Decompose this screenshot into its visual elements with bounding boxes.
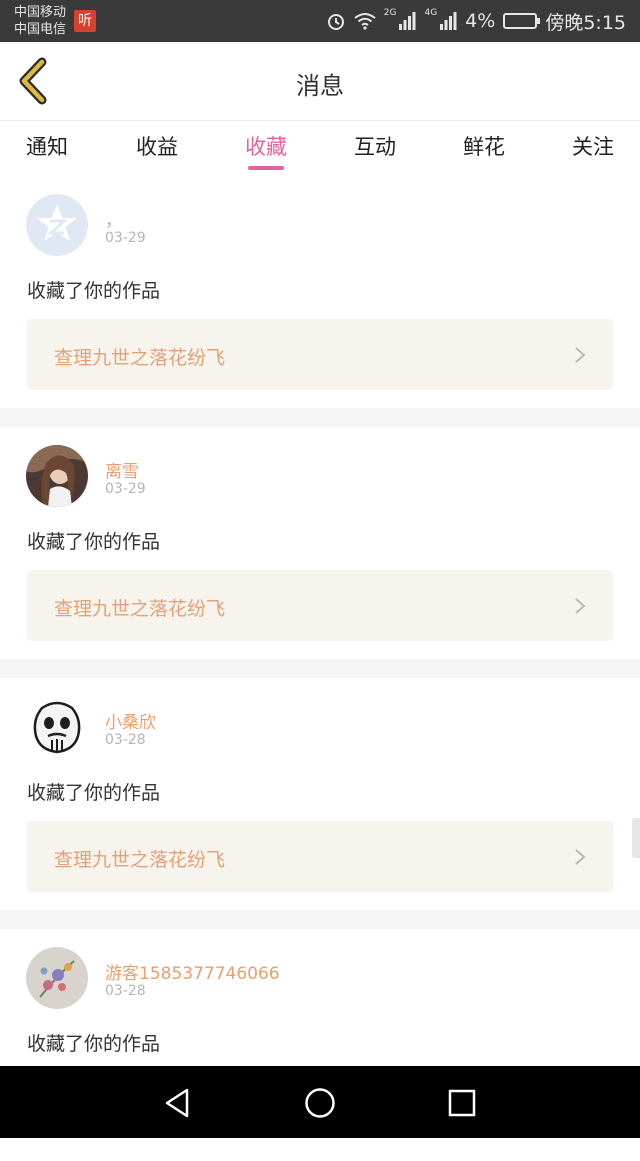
- favorites-feed: ， 03-29 收藏了你的作品 查理九世之落花纷飞 离雪 03-29 收藏了你的…: [0, 176, 640, 1161]
- action-text: 收藏了你的作品: [27, 782, 161, 804]
- list-item: 离雪 03-29 收藏了你的作品 查理九世之落花纷飞: [0, 427, 640, 659]
- avatar[interactable]: [26, 696, 88, 758]
- page-title: 消息: [296, 72, 344, 100]
- ting-app-badge: 听: [74, 10, 96, 32]
- carrier-2: 中国电信: [14, 22, 67, 37]
- carrier-info: 中国移动 中国电信: [14, 4, 66, 38]
- user-photo-icon: [26, 445, 88, 507]
- signal-2-label: 4G: [424, 8, 438, 18]
- wifi-icon: [354, 12, 376, 30]
- tab-earnings[interactable]: 收益: [117, 131, 197, 161]
- signal-2-icon: [439, 12, 457, 30]
- chevron-right-icon: [575, 849, 586, 865]
- signal-1-label: 2G: [383, 8, 397, 18]
- work-title: 查理九世之落花纷飞: [54, 598, 226, 620]
- tab-notifications[interactable]: 通知: [7, 131, 87, 161]
- signal-1-icon: [398, 12, 416, 30]
- avatar[interactable]: [26, 445, 88, 507]
- header-bar: 消息: [0, 42, 640, 121]
- username[interactable]: 游客1585377746066: [105, 959, 280, 984]
- list-item: ， 03-29 收藏了你的作品 查理九世之落花纷飞: [0, 176, 640, 408]
- avatar[interactable]: [26, 947, 88, 1009]
- circle-home-icon: [305, 1088, 335, 1118]
- divider: [0, 408, 640, 427]
- square-recent-icon: [448, 1089, 476, 1117]
- work-title: 查理九世之落花纷飞: [54, 849, 226, 871]
- date: 03-29: [105, 481, 146, 497]
- tab-bar: 通知 收益 收藏 互动 鲜花 关注: [0, 121, 640, 175]
- scroll-indicator[interactable]: [632, 818, 640, 858]
- status-bar: 中国移动 中国电信 听 2G 4G 4% 傍晚5:15: [0, 0, 640, 42]
- clock: 傍晚5:15: [545, 11, 626, 34]
- carrier-1: 中国移动: [14, 5, 67, 20]
- battery-percent: 4%: [465, 10, 496, 32]
- triangle-back-icon: [165, 1088, 189, 1118]
- avatar[interactable]: [26, 194, 88, 256]
- tab-follows[interactable]: 关注: [553, 131, 633, 161]
- action-text: 收藏了你的作品: [27, 280, 161, 302]
- system-nav-bar: [0, 1066, 640, 1138]
- divider: [0, 659, 640, 678]
- work-link[interactable]: 查理九世之落花纷飞: [27, 821, 613, 892]
- chevron-right-icon: [575, 347, 586, 363]
- work-title: 查理九世之落花纷飞: [54, 347, 226, 369]
- tab-favorites[interactable]: 收藏: [226, 131, 306, 161]
- battery-icon: [503, 13, 541, 29]
- action-text: 收藏了你的作品: [27, 1033, 161, 1055]
- tab-interactions[interactable]: 互动: [335, 131, 415, 161]
- date: 03-29: [105, 230, 146, 246]
- username[interactable]: ，: [105, 206, 122, 231]
- divider: [0, 910, 640, 929]
- date: 03-28: [105, 732, 146, 748]
- nav-back-button[interactable]: [160, 1086, 194, 1120]
- default-avatar-icon: [26, 194, 88, 256]
- nav-home-button[interactable]: [303, 1086, 337, 1120]
- tab-flowers[interactable]: 鲜花: [444, 131, 524, 161]
- status-icons: 2G 4G 4% 傍晚5:15: [326, 0, 626, 42]
- active-tab-indicator: [248, 166, 284, 170]
- chevron-right-icon: [575, 598, 586, 614]
- meme-face-icon: [26, 696, 88, 758]
- date: 03-28: [105, 983, 146, 999]
- work-link[interactable]: 查理九世之落花纷飞: [27, 319, 613, 390]
- work-link[interactable]: 查理九世之落花纷飞: [27, 570, 613, 641]
- action-text: 收藏了你的作品: [27, 531, 161, 553]
- nav-recent-button[interactable]: [445, 1086, 479, 1120]
- flower-avatar-icon: [26, 947, 88, 1009]
- alarm-icon: [326, 11, 346, 31]
- list-item: 小桑欣 03-28 收藏了你的作品 查理九世之落花纷飞: [0, 678, 640, 910]
- username[interactable]: 小桑欣: [105, 708, 156, 733]
- username[interactable]: 离雪: [105, 457, 139, 482]
